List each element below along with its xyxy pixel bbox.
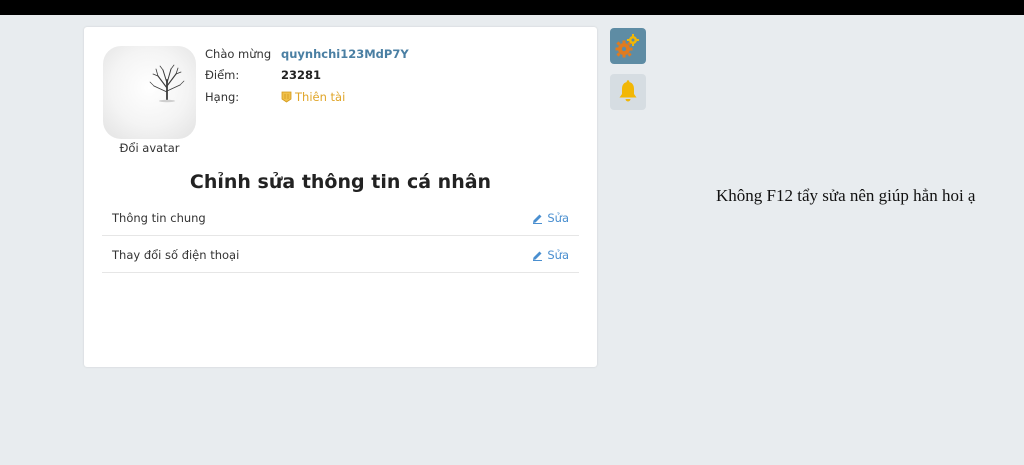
- section-title: Chỉnh sửa thông tin cá nhân: [189, 171, 492, 193]
- list-item-label: Thay đổi số điện thoại: [112, 248, 240, 262]
- list-item-phone: Thay đổi số điện thoại Sửa: [102, 237, 579, 273]
- greeting-label: Chào mừng: [205, 47, 272, 61]
- edit-label: Sửa: [547, 248, 569, 262]
- notification-button[interactable]: [610, 74, 646, 110]
- score-value: 23281: [281, 68, 322, 82]
- rank-value: Thiên tài: [295, 90, 346, 104]
- change-avatar-link[interactable]: Đổi avatar: [103, 141, 196, 155]
- tree-image: [149, 64, 185, 103]
- list-item-label: Thông tin chung: [112, 211, 206, 225]
- edit-phone-button[interactable]: Sửa: [532, 248, 569, 262]
- pencil-icon: [533, 251, 543, 261]
- profile-card: Đổi avatar Chào mừng quynhchi123MdP7Y Đi…: [84, 27, 597, 367]
- username: quynhchi123MdP7Y: [281, 47, 409, 61]
- gears-icon: [615, 34, 639, 58]
- settings-button[interactable]: [610, 28, 646, 64]
- edit-general-info-button[interactable]: Sửa: [532, 211, 569, 225]
- avatar[interactable]: [103, 46, 196, 139]
- rank-label: Hạng:: [205, 90, 240, 104]
- list-item-general-info: Thông tin chung Sửa: [102, 200, 579, 236]
- score-label: Điểm:: [205, 68, 240, 82]
- top-bar: [0, 0, 1024, 15]
- pencil-icon: [533, 214, 543, 224]
- bell-icon: [619, 80, 637, 102]
- caption-text: Không F12 tẩy sửa nên giúp hẳn hoi ạ: [716, 186, 976, 205]
- rank-badge: Thiên tài: [281, 90, 345, 104]
- medal-icon: [281, 91, 292, 103]
- edit-label: Sửa: [547, 211, 569, 225]
